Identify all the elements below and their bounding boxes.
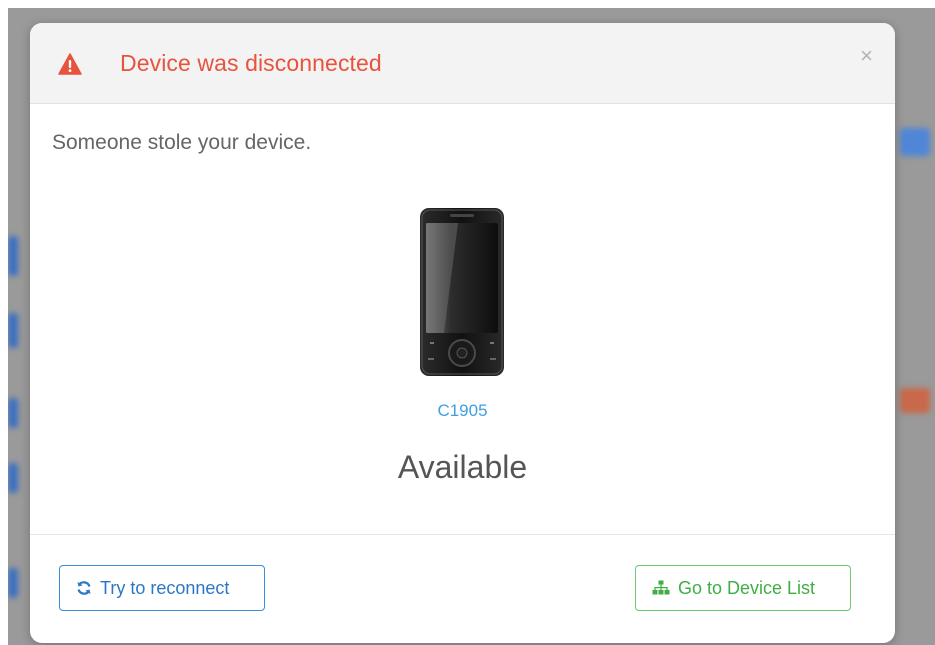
disconnect-dialog: Device was disconnected × Someone stole … (30, 23, 895, 643)
device-status: Available (397, 449, 528, 485)
phone-image (420, 208, 504, 376)
close-button[interactable]: × (860, 45, 873, 67)
go-to-device-list-label: Go to Device List (678, 577, 816, 598)
backdrop-strip (8, 236, 18, 276)
backdrop-strip (8, 313, 18, 348)
try-reconnect-button[interactable]: Try to reconnect (59, 565, 265, 611)
warning-icon (58, 53, 82, 75)
backdrop-strip (900, 388, 930, 413)
try-reconnect-label: Try to reconnect (100, 577, 230, 598)
refresh-icon (77, 581, 91, 595)
dialog-title: Device was disconnected (120, 50, 382, 76)
dialog-header: Device was disconnected × (30, 23, 895, 104)
backdrop-strip (8, 568, 18, 598)
backdrop-strip (8, 463, 18, 493)
backdrop-strip (900, 128, 930, 156)
dialog-body: Someone stole your device. C1905 Availab… (30, 104, 895, 535)
backdrop-strip (8, 398, 18, 428)
sitemap-icon (652, 580, 670, 595)
go-to-device-list-button[interactable]: Go to Device List (635, 565, 851, 611)
disconnect-message: Someone stole your device. (52, 131, 312, 154)
device-model-link[interactable]: C1905 (30, 401, 895, 421)
